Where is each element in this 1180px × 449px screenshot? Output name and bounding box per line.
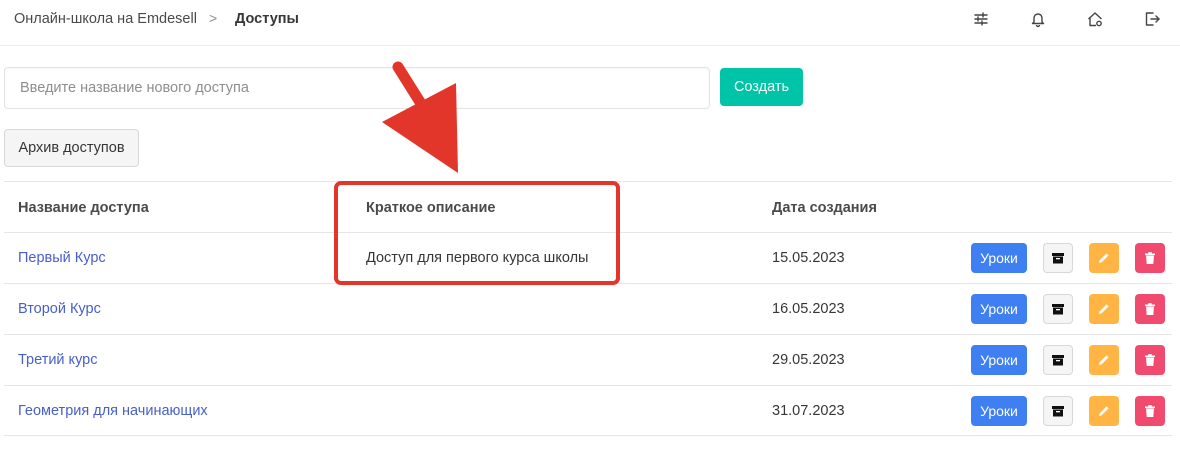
access-table: Название доступа Краткое описание Дата с… (4, 181, 1172, 436)
access-archive-button[interactable]: Архив доступов (4, 129, 139, 167)
header-short-description: Краткое описание (366, 200, 496, 216)
lessons-button[interactable]: Уроки (971, 345, 1027, 375)
edit-button[interactable] (1089, 345, 1119, 375)
access-date: 16.05.2023 (772, 301, 845, 317)
header-creation-date: Дата создания (772, 200, 877, 216)
delete-button[interactable] (1135, 243, 1165, 273)
top-bar: Онлайн-школа на Emdesell > Доступы (0, 0, 1180, 46)
archive-button[interactable] (1043, 345, 1073, 375)
trash-icon (1145, 303, 1155, 315)
table-row: Первый Курс Доступ для первого курса шко… (4, 232, 1172, 283)
logout-icon[interactable] (1143, 10, 1161, 28)
header-access-name: Название доступа (18, 200, 149, 216)
pencil-icon (1099, 304, 1109, 314)
edit-button[interactable] (1089, 243, 1119, 273)
bell-icon[interactable] (1029, 10, 1047, 28)
table-row: Второй Курс 16.05.2023 Уроки (4, 283, 1172, 334)
archive-button[interactable] (1043, 294, 1073, 324)
access-name-link[interactable]: Третий курс (18, 352, 97, 368)
breadcrumb-root[interactable]: Онлайн-школа на Emdesell (14, 11, 197, 27)
archive-button[interactable] (1043, 396, 1073, 426)
table-row: Третий курс 29.05.2023 Уроки (4, 334, 1172, 385)
trash-icon (1145, 252, 1155, 264)
table-header-row: Название доступа Краткое описание Дата с… (4, 181, 1172, 232)
trash-icon (1145, 405, 1155, 417)
archive-box-icon (1052, 253, 1064, 264)
delete-button[interactable] (1135, 345, 1165, 375)
breadcrumb-separator: > (209, 10, 218, 26)
pencil-icon (1099, 406, 1109, 416)
lessons-button[interactable]: Уроки (971, 396, 1027, 426)
edit-button[interactable] (1089, 294, 1119, 324)
access-date: 15.05.2023 (772, 250, 845, 266)
access-name-link[interactable]: Второй Курс (18, 301, 101, 317)
table-row: Геометрия для начинающих 31.07.2023 Урок… (4, 385, 1172, 436)
access-date: 29.05.2023 (772, 352, 845, 368)
trash-icon (1145, 354, 1155, 366)
delete-button[interactable] (1135, 396, 1165, 426)
archive-box-icon (1052, 304, 1064, 315)
delete-button[interactable] (1135, 294, 1165, 324)
archive-box-icon (1052, 406, 1064, 417)
access-name-link[interactable]: Первый Курс (18, 250, 106, 266)
lessons-button[interactable]: Уроки (971, 243, 1027, 273)
pencil-icon (1099, 355, 1109, 365)
home-settings-icon[interactable] (1086, 10, 1104, 28)
archive-button[interactable] (1043, 243, 1073, 273)
create-button[interactable]: Создать (720, 68, 803, 106)
lessons-button[interactable]: Уроки (971, 294, 1027, 324)
access-description: Доступ для первого курса школы (366, 250, 589, 266)
sliders-icon[interactable] (972, 10, 990, 28)
access-name-link[interactable]: Геометрия для начинающих (18, 403, 208, 419)
new-access-name-input[interactable] (4, 67, 710, 109)
archive-box-icon (1052, 355, 1064, 366)
breadcrumb-current: Доступы (235, 11, 299, 27)
edit-button[interactable] (1089, 396, 1119, 426)
pencil-icon (1099, 253, 1109, 263)
access-date: 31.07.2023 (772, 403, 845, 419)
